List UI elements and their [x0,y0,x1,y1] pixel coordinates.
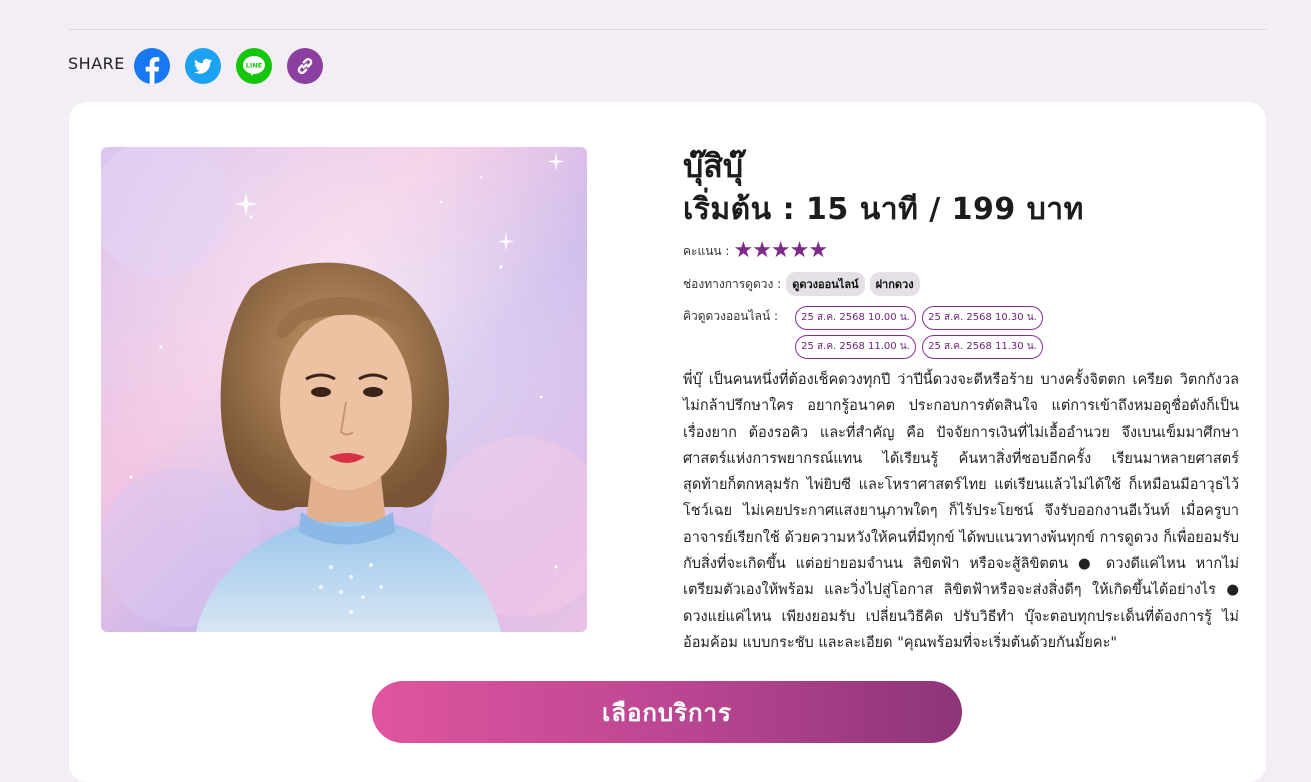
channel-chip-deposit: ฝากดวง [869,272,920,296]
rating-label: คะแนน : [683,243,730,258]
profile-photo [101,147,587,632]
channel-label: ช่องทางการดูดวง : [683,276,782,291]
line-icon-text: LINE [246,62,262,70]
channel-row: ช่องทางการดูดวง : ดูดวงออนไลน์ ฝากดวง [683,272,1243,296]
profile-description: พี่บุ๊ เป็นคนหนึ่งที่ต้องเช็คดวงทุกปี ว่… [683,372,1239,651]
top-divider [69,29,1266,30]
profile-card: บุ๊สิบุ๊ เริ่มต้น : 15 นาที / 199 บาท คะ… [69,102,1266,782]
time-slot[interactable]: 25 ส.ค. 2568 11.30 น. [922,335,1043,359]
line-icon[interactable]: LINE [235,48,272,84]
share-bar: SHARE LINE [68,48,338,84]
queue-slots: 25 ส.ค. 2568 10.00 น. 25 ส.ค. 2568 10.30… [795,306,1043,359]
channel-chip-online: ดูดวงออนไลน์ [786,272,865,296]
twitter-icon[interactable] [184,48,221,84]
star-rating-icon: ★★★★★ [733,238,828,263]
facebook-icon[interactable] [133,48,170,84]
share-label: SHARE [68,53,125,73]
rating-row: คะแนน : ★★★★★ [683,240,1243,262]
queue-row: คิวดูดวงออนไลน์ : 25 ส.ค. 2568 10.00 น. … [683,306,1243,359]
queue-label: คิวดูดวงออนไลน์ : [683,309,779,323]
price-text: เริ่มต้น : 15 นาที / 199 บาท [683,192,1084,227]
astrologer-name: บุ๊สิบุ๊ [683,147,744,185]
select-service-button[interactable]: เลือกบริการ [372,681,962,743]
time-slot[interactable]: 25 ส.ค. 2568 10.30 น. [922,306,1043,330]
profile-info: บุ๊สิบุ๊ เริ่มต้น : 15 นาที / 199 บาท คะ… [683,146,1243,671]
time-slot[interactable]: 25 ส.ค. 2568 11.00 น. [795,335,916,359]
link-icon[interactable] [286,48,323,84]
time-slot[interactable]: 25 ส.ค. 2568 10.00 น. [795,306,916,330]
